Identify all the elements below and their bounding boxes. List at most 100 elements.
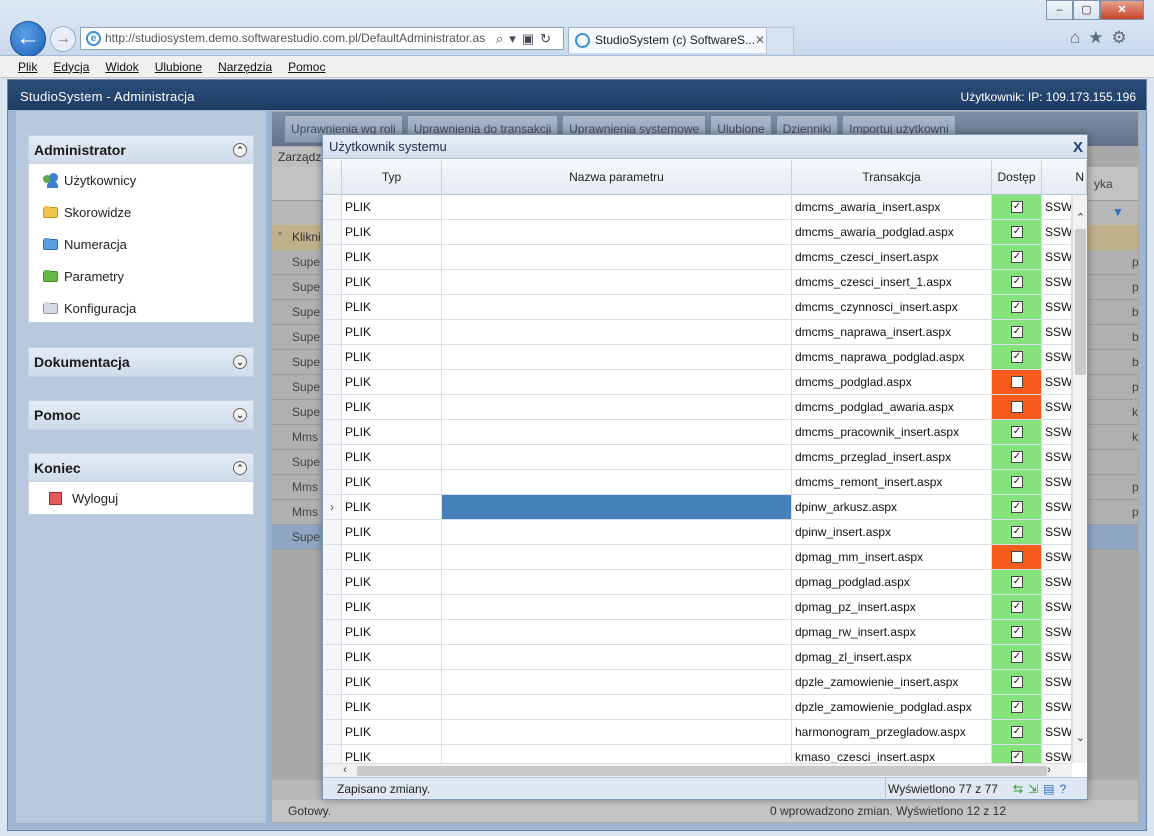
scroll-thumb[interactable] — [1075, 229, 1086, 375]
cell-nazwa-parametru[interactable] — [442, 320, 792, 344]
cell-typ[interactable]: PLIK — [342, 720, 442, 744]
cell-typ[interactable]: PLIK — [342, 620, 442, 644]
cell-more[interactable]: SSW — [1042, 220, 1072, 244]
access-checkbox[interactable]: ✓ — [1011, 226, 1023, 238]
cell-nazwa-parametru[interactable] — [442, 595, 792, 619]
table-row[interactable]: PLIK dmcms_awaria_podglad.aspx ✓ SSW — [323, 220, 1072, 245]
menu-pomoc[interactable]: Pomoc — [288, 60, 325, 74]
panel-dokumentacja-header[interactable]: Dokumentacja ⌄ — [29, 348, 253, 376]
row-indicator[interactable] — [323, 370, 342, 394]
cell-transakcja[interactable]: dmcms_remont_insert.aspx — [792, 470, 992, 494]
cell-transakcja[interactable]: dmcms_podglad.aspx — [792, 370, 992, 394]
panel-koniec-header[interactable]: Koniec ⌃ — [29, 454, 253, 482]
horizontal-scrollbar[interactable]: ‹ › — [323, 763, 1072, 777]
help-icon[interactable]: ? — [1059, 778, 1066, 800]
table-row[interactable]: PLIK dpinw_insert.aspx ✓ SSW — [323, 520, 1072, 545]
home-icon[interactable]: ⌂ — [1070, 28, 1080, 48]
access-checkbox[interactable]: ✓ — [1011, 451, 1023, 463]
cell-nazwa-parametru[interactable] — [442, 695, 792, 719]
cell-transakcja[interactable]: dmcms_czesci_insert_1.aspx — [792, 270, 992, 294]
nav-item-konfiguracja[interactable]: Konfiguracja — [29, 292, 253, 324]
refresh-icon[interactable]: ⇆ — [1013, 778, 1023, 800]
cell-transakcja[interactable]: harmonogram_przegladow.aspx — [792, 720, 992, 744]
cell-typ[interactable]: PLIK — [342, 220, 442, 244]
refresh-icon[interactable]: ↻ — [540, 31, 551, 47]
back-arrow-icon[interactable]: ← — [10, 21, 46, 57]
access-checkbox[interactable]: ✓ — [1011, 676, 1023, 688]
menu-plik[interactable]: Plik — [18, 60, 37, 74]
collapse-up-icon[interactable]: ⌃ — [233, 143, 247, 157]
column-dostep[interactable]: Dostęp — [992, 160, 1042, 195]
cell-transakcja[interactable]: dmcms_przeglad_insert.aspx — [792, 445, 992, 469]
cell-more[interactable]: SSW — [1042, 270, 1072, 294]
access-checkbox[interactable]: ✓ — [1011, 651, 1023, 663]
cell-nazwa-parametru[interactable] — [442, 345, 792, 369]
cell-more[interactable]: SSW — [1042, 420, 1072, 444]
table-row[interactable]: PLIK dpzle_zamowienie_insert.aspx ✓ SSW — [323, 670, 1072, 695]
cell-more[interactable]: SSW — [1042, 495, 1072, 519]
access-checkbox[interactable]: ✓ — [1011, 726, 1023, 738]
cell-nazwa-parametru[interactable] — [442, 245, 792, 269]
dropdown-icon[interactable]: ▾ — [509, 31, 516, 47]
cell-typ[interactable]: PLIK — [342, 670, 442, 694]
nav-item-skorowidze[interactable]: Skorowidze — [29, 196, 253, 228]
cell-nazwa-parametru[interactable] — [442, 270, 792, 294]
scroll-up-icon[interactable]: ⌃ — [1073, 209, 1088, 227]
cell-more[interactable]: SSW — [1042, 470, 1072, 494]
compat-icon[interactable]: ▣ — [522, 31, 534, 47]
row-indicator[interactable] — [323, 720, 342, 744]
cell-typ[interactable]: PLIK — [342, 470, 442, 494]
access-checkbox[interactable]: ✓ — [1011, 326, 1023, 338]
table-row[interactable]: PLIK kmaso_czesci_insert.aspx ✓ SSW — [323, 745, 1072, 763]
access-checkbox[interactable]: ✓ — [1011, 251, 1023, 263]
close-icon[interactable]: X — [1073, 136, 1083, 159]
cell-nazwa-parametru[interactable] — [442, 195, 792, 219]
scroll-thumb[interactable] — [357, 766, 1047, 776]
column-typ[interactable]: Typ — [342, 160, 442, 195]
table-row[interactable]: PLIK dmcms_naprawa_podglad.aspx ✓ SSW — [323, 345, 1072, 370]
cell-transakcja[interactable]: dpzle_zamowienie_insert.aspx — [792, 670, 992, 694]
cell-nazwa-parametru[interactable] — [442, 720, 792, 744]
row-indicator[interactable] — [323, 195, 342, 219]
row-indicator[interactable] — [323, 520, 342, 544]
cell-transakcja[interactable]: dmcms_awaria_podglad.aspx — [792, 220, 992, 244]
row-indicator[interactable] — [323, 670, 342, 694]
cell-typ[interactable]: PLIK — [342, 295, 442, 319]
panel-pomoc-header[interactable]: Pomoc ⌄ — [29, 401, 253, 429]
row-indicator[interactable] — [323, 270, 342, 294]
cell-nazwa-parametru[interactable] — [442, 295, 792, 319]
access-checkbox[interactable]: ✓ — [1011, 576, 1023, 588]
nav-item-parametry[interactable]: Parametry — [29, 260, 253, 292]
tab-close-icon[interactable]: ✕ — [755, 28, 765, 52]
cell-nazwa-parametru[interactable] — [442, 745, 792, 763]
favorites-star-icon[interactable]: ★ — [1088, 28, 1103, 48]
table-row[interactable]: PLIK dmcms_podglad_awaria.aspx SSW — [323, 395, 1072, 420]
row-indicator[interactable] — [323, 695, 342, 719]
access-checkbox[interactable]: ✓ — [1011, 626, 1023, 638]
menu-edycja[interactable]: Edycja — [53, 60, 89, 74]
cell-nazwa-parametru[interactable] — [442, 670, 792, 694]
scroll-left-icon[interactable]: ‹ — [337, 764, 353, 778]
cell-transakcja[interactable]: dpmag_pz_insert.aspx — [792, 595, 992, 619]
table-row[interactable]: PLIK harmonogram_przegladow.aspx ✓ SSW — [323, 720, 1072, 745]
cell-typ[interactable]: PLIK — [342, 195, 442, 219]
cell-nazwa-parametru[interactable] — [442, 445, 792, 469]
cell-typ[interactable]: PLIK — [342, 495, 442, 519]
cell-nazwa-parametru[interactable] — [442, 570, 792, 594]
cell-more[interactable]: SSW — [1042, 545, 1072, 569]
vertical-scrollbar[interactable]: ⌃ ⌄ — [1072, 195, 1087, 763]
table-row[interactable]: PLIK dmcms_przeglad_insert.aspx ✓ SSW — [323, 445, 1072, 470]
menu-ulubione[interactable]: Ulubione — [155, 60, 202, 74]
access-checkbox[interactable]: ✓ — [1011, 426, 1023, 438]
cell-nazwa-parametru[interactable] — [442, 470, 792, 494]
export-icon[interactable]: ⇲ — [1028, 778, 1038, 800]
column-nazwa-parametru[interactable]: Nazwa parametru — [442, 160, 792, 195]
column-more[interactable]: N — [1042, 160, 1087, 195]
cell-transakcja[interactable]: dmcms_czynnosci_insert.aspx — [792, 295, 992, 319]
table-row[interactable]: PLIK dmcms_podglad.aspx SSW — [323, 370, 1072, 395]
cell-typ[interactable]: PLIK — [342, 245, 442, 269]
table-row[interactable]: PLIK dmcms_awaria_insert.aspx ✓ SSW — [323, 195, 1072, 220]
cell-transakcja[interactable]: dmcms_awaria_insert.aspx — [792, 195, 992, 219]
row-indicator[interactable] — [323, 445, 342, 469]
cell-more[interactable]: SSW — [1042, 620, 1072, 644]
